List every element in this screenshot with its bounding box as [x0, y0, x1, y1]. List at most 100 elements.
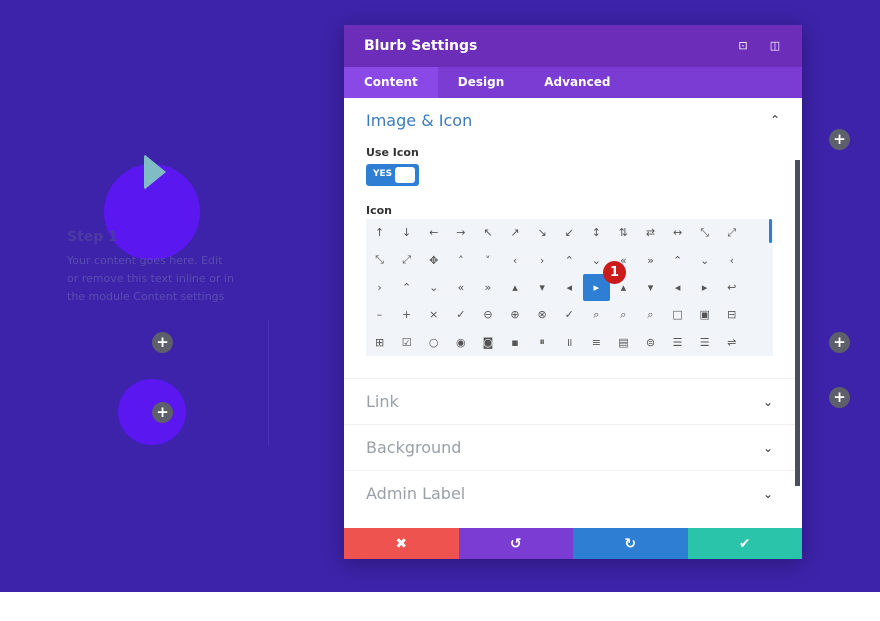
icon-option[interactable]: ›	[529, 246, 556, 273]
add-module-button[interactable]: +	[152, 332, 173, 353]
icon-option[interactable]: ◙	[474, 329, 501, 356]
icon-option[interactable]: ⌕	[637, 301, 664, 328]
icon-option[interactable]: ↓	[393, 219, 420, 246]
icon-grid-scrollbar[interactable]	[769, 219, 772, 243]
icon-option[interactable]: +	[393, 301, 420, 328]
icon-option[interactable]: ☰	[664, 329, 691, 356]
icon-option[interactable]: ˄	[447, 246, 474, 273]
icon-option[interactable]	[745, 246, 772, 273]
icon-option[interactable]: ↗	[501, 219, 528, 246]
icon-option[interactable]: ⊞	[366, 329, 393, 356]
icon-option[interactable]: ⤢	[718, 219, 745, 246]
cancel-button[interactable]: ✖	[344, 528, 459, 559]
icon-option[interactable]: ↑	[366, 219, 393, 246]
icon-option[interactable]: ›	[366, 274, 393, 301]
icon-option[interactable]: ↕	[583, 219, 610, 246]
add-row-button[interactable]: +	[829, 332, 850, 353]
icon-option[interactable]: ✥	[420, 246, 447, 273]
icon-option[interactable]: ⊗	[529, 301, 556, 328]
icon-option[interactable]: ▤	[610, 329, 637, 356]
tab-design[interactable]: Design	[438, 67, 525, 98]
add-module-button[interactable]: +	[152, 402, 173, 423]
section-image-icon-header[interactable]: Image & Icon ⌃	[344, 98, 802, 142]
chevron-down-icon: ⌄	[762, 440, 773, 455]
icon-option[interactable]: ◂	[664, 274, 691, 301]
icon-option[interactable]: ▾	[637, 274, 664, 301]
icon-option[interactable]: ▸	[691, 274, 718, 301]
icon-option[interactable]: □	[664, 301, 691, 328]
icon-option[interactable]: ⤢	[393, 246, 420, 273]
add-section-button[interactable]: +	[829, 387, 850, 408]
tab-advanced[interactable]: Advanced	[524, 67, 630, 98]
icon-option[interactable]: ⤡	[366, 246, 393, 273]
icon-option[interactable]	[745, 274, 772, 301]
icon-option[interactable]: ▴	[501, 274, 528, 301]
play-icon	[144, 154, 166, 190]
blurb-settings-modal: Blurb Settings ⊡ ◫ Content Design Advanc…	[344, 25, 802, 559]
icon-option[interactable]	[745, 329, 772, 356]
icon-option[interactable]: ×	[420, 301, 447, 328]
icon-option[interactable]: ↘	[529, 219, 556, 246]
blurb-text: Your content goes here. Edit or remove t…	[67, 254, 234, 303]
icon-option[interactable]: ⊕	[501, 301, 528, 328]
icon-option[interactable]: ⇌	[718, 329, 745, 356]
icon-option[interactable]: ☑	[393, 329, 420, 356]
icon-option[interactable]: ⌄	[691, 246, 718, 273]
icon-option[interactable]: ⏸	[529, 329, 556, 356]
icon-option[interactable]: ⇅	[610, 219, 637, 246]
icon-option[interactable]: ⊟	[718, 301, 745, 328]
chevron-up-icon: ⌃	[769, 113, 780, 127]
icon-option[interactable]: ↖	[474, 219, 501, 246]
section-link[interactable]: Link ⌄	[344, 378, 795, 424]
icon-option[interactable]: ▪	[501, 329, 528, 356]
icon-option[interactable]: ⌕	[583, 301, 610, 328]
icon-option[interactable]: ✓	[447, 301, 474, 328]
icon-option[interactable]: ⤡	[691, 219, 718, 246]
icon-option[interactable]: ⌄	[420, 274, 447, 301]
icon-option[interactable]: «	[447, 274, 474, 301]
icon-option[interactable]: ✓	[556, 301, 583, 328]
sidebar-icon[interactable]: ◫	[768, 39, 782, 53]
icon-option[interactable]: ⊖	[474, 301, 501, 328]
section-title: Image & Icon	[366, 110, 473, 130]
icon-picker-grid: ↑ ↓ ← → ↖ ↗ ↘ ↙ ↕ ⇅ ⇄ ↔ ⤡ ⤢ ⤡ ⤢ ✥ ˄ ˅ ‹ › ⌃ ⌄ «» ⌃ ⌄ ‹ › ⌃ ⌄ «» ▴ ▾ ◂ ▸ ▴ ▾ ◂…	[366, 219, 773, 356]
use-icon-toggle[interactable]: YES	[366, 164, 419, 186]
icon-option[interactable]: ▾	[529, 274, 556, 301]
icon-option[interactable]: ‹	[501, 246, 528, 273]
tab-content[interactable]: Content	[344, 67, 438, 98]
modal-header[interactable]: Blurb Settings ⊡ ◫	[344, 25, 802, 67]
fullscreen-icon[interactable]: ⊡	[736, 39, 750, 53]
chevron-down-icon: ⌄	[762, 486, 773, 501]
icon-option[interactable]: ⊜	[637, 329, 664, 356]
icon-option[interactable]: »	[637, 246, 664, 273]
icon-option[interactable]: ⌃	[664, 246, 691, 273]
section-background[interactable]: Background ⌄	[344, 424, 795, 470]
icon-option[interactable]: ⇄	[637, 219, 664, 246]
undo-button[interactable]: ↺	[458, 528, 573, 559]
icon-option[interactable]: ॥	[556, 329, 583, 356]
section-admin-label[interactable]: Admin Label ⌄	[344, 470, 795, 516]
redo-button[interactable]: ↻	[573, 528, 688, 559]
modal-scrollbar[interactable]	[795, 160, 800, 486]
icon-option[interactable]: ○	[420, 329, 447, 356]
icon-option[interactable]: –	[366, 301, 393, 328]
icon-option[interactable]: »	[474, 274, 501, 301]
icon-option[interactable]: ◂	[556, 274, 583, 301]
icon-option[interactable]: ↩	[718, 274, 745, 301]
icon-option[interactable]: ↙	[556, 219, 583, 246]
icon-option[interactable]: ˅	[474, 246, 501, 273]
icon-option[interactable]	[745, 301, 772, 328]
add-row-button[interactable]: +	[829, 129, 850, 150]
save-button[interactable]: ✔	[687, 528, 802, 559]
icon-option[interactable]: ⌕	[610, 301, 637, 328]
icon-option[interactable]: ☰	[691, 329, 718, 356]
icon-option[interactable]: ←	[420, 219, 447, 246]
icon-option[interactable]: ‹	[718, 246, 745, 273]
icon-option[interactable]: ⌃	[393, 274, 420, 301]
icon-option[interactable]: ≡	[583, 329, 610, 356]
icon-option[interactable]: ◉	[447, 329, 474, 356]
icon-option[interactable]: ▣	[691, 301, 718, 328]
icon-option[interactable]: ⌃	[556, 246, 583, 273]
icon-option[interactable]: ↔	[664, 219, 691, 246]
icon-option[interactable]: →	[447, 219, 474, 246]
